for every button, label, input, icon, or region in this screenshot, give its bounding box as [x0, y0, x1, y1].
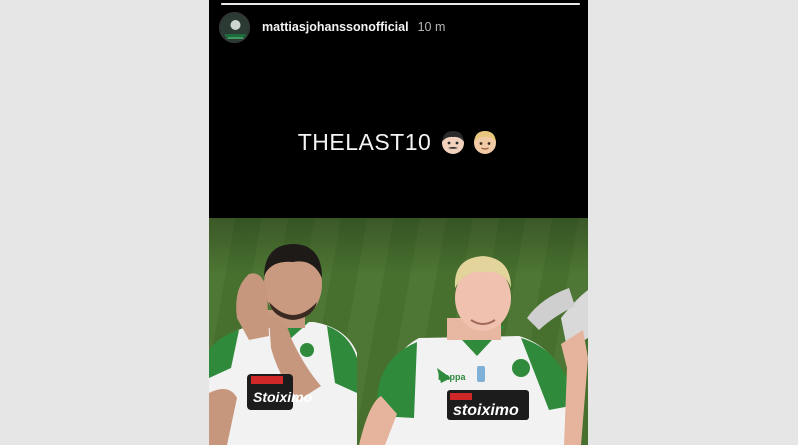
- football-players-image: Stoiximo Kappa stoiximo: [209, 244, 588, 445]
- man-emoji-icon: [442, 131, 465, 154]
- story-timestamp: 10 m: [417, 20, 446, 34]
- blond-person-emoji-icon: [474, 131, 497, 154]
- profile-photo-icon: [220, 12, 249, 42]
- avatar[interactable]: [219, 11, 250, 43]
- story-progress-bar: [221, 3, 580, 5]
- story-viewer[interactable]: mattiasjohanssonofficial 10 m THELAST10: [209, 0, 588, 445]
- left-player-figure: Stoiximo: [209, 244, 357, 445]
- caption-text: THELAST10: [297, 128, 432, 155]
- kit-brand-label: Kappa: [438, 372, 467, 382]
- story-progress-fill: [221, 3, 580, 5]
- left-shirt-sponsor: Stoiximo: [253, 389, 313, 405]
- story-caption: THELAST10: [209, 128, 588, 156]
- story-username[interactable]: mattiasjohanssonofficial: [262, 20, 409, 34]
- story-photo: Stoiximo Kappa stoiximo: [209, 218, 588, 445]
- right-player-figure: Kappa stoiximo: [359, 256, 588, 445]
- right-shirt-sponsor: stoiximo: [453, 402, 519, 419]
- story-header: mattiasjohanssonofficial 10 m: [219, 11, 445, 43]
